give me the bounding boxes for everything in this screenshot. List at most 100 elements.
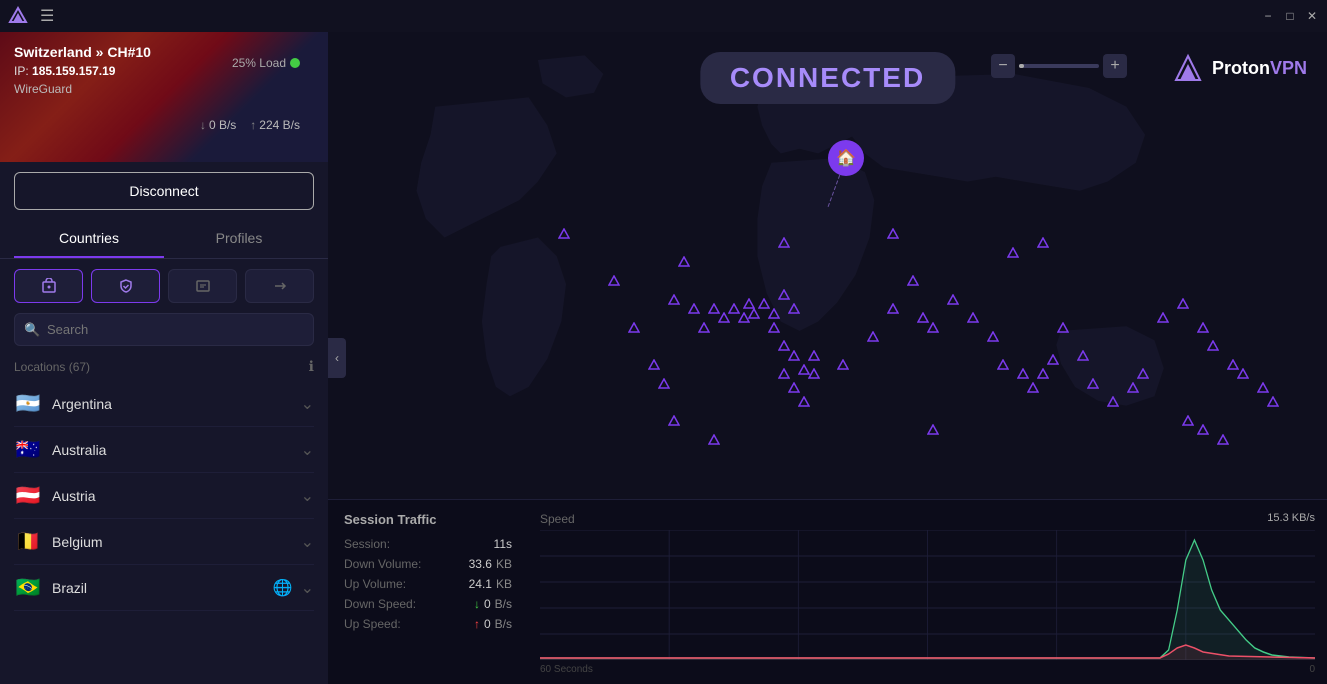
down-volume-value: 33.6 KB	[469, 557, 512, 571]
flag-brazil: 🇧🇷	[14, 575, 42, 600]
vpn-node-54	[1267, 396, 1279, 408]
vpn-node-16	[778, 289, 790, 301]
vpn-node-32	[927, 322, 939, 334]
vpn-node-43	[1087, 378, 1099, 390]
speed-chart-panel: Speed 15.3 KB/s	[528, 500, 1327, 684]
flag-austria: 🇦🇹	[14, 483, 42, 508]
filter-shield[interactable]	[91, 269, 160, 303]
vpn-node-42	[1077, 350, 1089, 362]
down-speed-value: ↓ 0 B/s	[474, 597, 512, 611]
vpn-node-59	[708, 434, 720, 446]
country-name-argentina: Argentina	[52, 396, 301, 412]
hamburger-icon[interactable]: ☰	[36, 2, 58, 30]
vpn-node-27	[837, 359, 849, 371]
disconnect-button[interactable]: Disconnect	[14, 172, 314, 210]
down-speed-row: Down Speed: ↓ 0 B/s	[344, 597, 512, 611]
expand-icon-belgium[interactable]: ⌄	[301, 532, 314, 552]
ip-value: 185.159.157.19	[32, 64, 115, 78]
country-actions-brazil: 🌐⌄	[273, 578, 314, 598]
up-speed-arrow-icon: ↑	[474, 617, 480, 631]
country-item-brazil[interactable]: 🇧🇷Brazil🌐⌄	[14, 565, 314, 611]
vpn-node-53	[1257, 382, 1269, 394]
right-panel: ‹	[328, 32, 1327, 684]
flag-argentina: 🇦🇷	[14, 391, 42, 416]
vpn-node-58	[927, 424, 939, 436]
down-speed: 0 B/s	[209, 118, 236, 132]
info-icon[interactable]: ℹ	[309, 358, 314, 375]
up-speed: 224 B/s	[259, 118, 300, 132]
zoom-in-button[interactable]: +	[1103, 54, 1127, 78]
vpn-node-38	[1027, 382, 1039, 394]
zoom-bar	[1019, 64, 1099, 68]
search-input[interactable]	[14, 313, 314, 346]
expand-icon-argentina[interactable]: ⌄	[301, 394, 314, 414]
vpn-node-41	[1057, 322, 1069, 334]
vpn-node-62	[1037, 237, 1049, 249]
vpn-node-35	[987, 331, 999, 343]
vpn-node-37	[1017, 368, 1029, 380]
vpn-node-7	[698, 322, 710, 334]
maximize-button[interactable]: □	[1283, 9, 1297, 23]
country-item-argentina[interactable]: 🇦🇷 Argentina⌄	[14, 381, 314, 427]
search-icon: 🔍	[24, 322, 40, 338]
country-actions-belgium: ⌄	[301, 532, 314, 552]
locations-header: Locations (67) ℹ	[0, 354, 328, 381]
expand-icon-brazil[interactable]: ⌄	[301, 578, 314, 598]
zoom-out-button[interactable]: −	[991, 54, 1015, 78]
minimize-button[interactable]: −	[1261, 9, 1275, 23]
country-actions-australia: ⌄	[301, 440, 314, 460]
session-row: Session: 11s	[344, 537, 512, 551]
close-button[interactable]: ✕	[1305, 9, 1319, 23]
vpn-node-61	[1007, 247, 1019, 259]
vpn-node-30	[907, 275, 919, 287]
vpn-node-2	[628, 322, 640, 334]
speed-max-value: 15.3 KB/s	[1267, 512, 1315, 526]
chart-start-label: 60 Seconds	[540, 664, 593, 675]
country-item-australia[interactable]: 🇦🇺Australia⌄	[14, 427, 314, 473]
filter-row	[0, 269, 328, 303]
vpn-node-29	[887, 303, 899, 315]
expand-icon-australia[interactable]: ⌄	[301, 440, 314, 460]
country-name-belgium: Belgium	[52, 534, 301, 550]
country-list: 🇦🇷Argentina⌄🇦🇺Australia⌄🇦🇹Austria⌄🇧🇪Belg…	[0, 381, 328, 684]
tab-countries[interactable]: Countries	[14, 220, 164, 258]
vpn-node-63	[678, 256, 690, 268]
vpn-node-28	[867, 331, 879, 343]
vpn-node-17	[788, 303, 800, 315]
vpn-node-64	[778, 237, 790, 249]
down-speed-arrow-icon: ↓	[474, 597, 480, 611]
globe-icon-brazil[interactable]: 🌐	[273, 578, 293, 598]
filter-secure-core[interactable]	[14, 269, 83, 303]
chart-time-labels: 60 Seconds 0	[540, 664, 1315, 675]
zoom-controls: − +	[991, 54, 1127, 78]
flag-belgium: 🇧🇪	[14, 529, 42, 554]
bottom-stats: Session Traffic Session: 11s Down Volume…	[328, 499, 1327, 684]
filter-p2p[interactable]	[168, 269, 237, 303]
session-traffic-panel: Session Traffic Session: 11s Down Volume…	[328, 500, 528, 684]
tab-profiles[interactable]: Profiles	[164, 220, 314, 258]
country-item-belgium[interactable]: 🇧🇪 Belgium⌄	[14, 519, 314, 565]
speed-chart-title: Speed	[540, 512, 575, 526]
session-value: 11s	[494, 537, 512, 551]
collapse-button[interactable]: ‹	[328, 338, 346, 378]
vpn-node-50	[1207, 340, 1219, 352]
main-layout: 25% Load Switzerland » CH#10 IP: 185.159…	[0, 32, 1327, 684]
session-label: Session:	[344, 537, 390, 551]
connection-header: 25% Load Switzerland » CH#10 IP: 185.159…	[0, 32, 328, 162]
flag-australia: 🇦🇺	[14, 437, 42, 462]
vpn-node-48	[1177, 298, 1189, 310]
titlebar: ☰ − □ ✕	[0, 0, 1327, 32]
filter-tor[interactable]	[245, 269, 314, 303]
down-arrow-icon: ↓	[200, 118, 206, 132]
vpn-node-25	[798, 396, 810, 408]
chart-end-label: 0	[1309, 664, 1315, 675]
up-volume-row: Up Volume: 24.1 KB	[344, 577, 512, 591]
country-name-austria: Austria	[52, 488, 301, 504]
country-item-austria[interactable]: 🇦🇹 Austria⌄	[14, 473, 314, 519]
down-volume-label: Down Volume:	[344, 557, 421, 571]
expand-icon-austria[interactable]: ⌄	[301, 486, 314, 506]
locations-count: Locations (67)	[14, 360, 90, 374]
vpn-node-47	[1157, 312, 1169, 324]
protocol-name: WireGuard	[14, 82, 314, 96]
vpn-node-60	[668, 415, 680, 427]
